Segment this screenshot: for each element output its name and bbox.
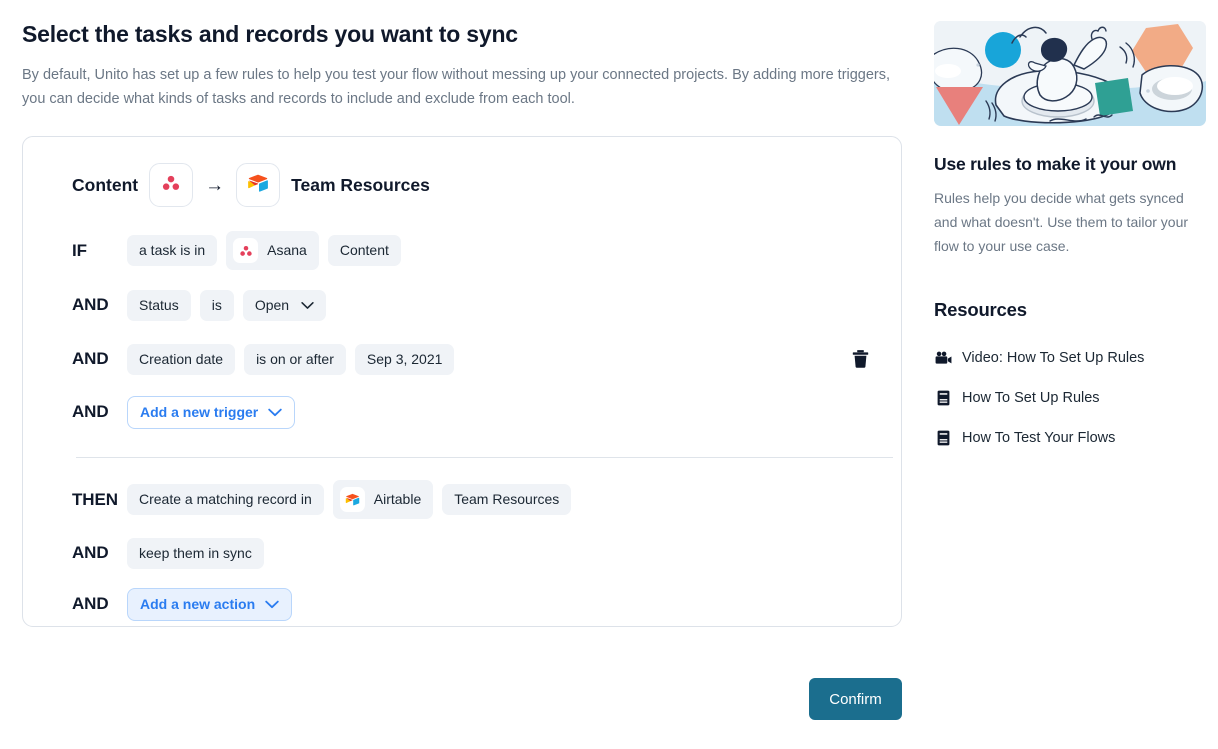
book-icon [934, 430, 952, 446]
delete-trigger-button[interactable] [852, 350, 869, 369]
action-row: AND keep them in sync [72, 536, 901, 570]
resource-label: How To Test Your Flows [962, 430, 1116, 446]
resource-label: Video: How To Set Up Rules [962, 350, 1145, 366]
resource-link-setup-rules[interactable]: How To Set Up Rules [934, 378, 1206, 418]
airtable-icon [339, 487, 365, 512]
source-container-name: Content [72, 174, 139, 195]
add-new-action-label: Add a new action [140, 595, 256, 612]
target-tool-badge [236, 163, 281, 207]
trigger-pill-condition[interactable]: a task is in [127, 235, 218, 266]
chevron-down-icon [301, 301, 314, 310]
asana-icon [233, 238, 259, 263]
actions-section: THEN Create a matching record in Airtabl… [23, 458, 901, 621]
resources-heading: Resources [934, 299, 1027, 320]
add-new-action-button[interactable]: Add a new action [127, 587, 293, 621]
action-pill-operation[interactable]: Create a matching record in [127, 484, 324, 515]
direction-arrow-icon: → [205, 174, 225, 196]
trigger-date-pill[interactable]: Sep 3, 2021 [354, 343, 455, 375]
trigger-operator-pill[interactable]: is on or after [244, 343, 346, 375]
target-container-name: Team Resources [291, 174, 430, 195]
row-keyword: AND [72, 295, 109, 314]
trigger-value-label: Open [254, 296, 290, 313]
trigger-row: AND Creation date is on or after Sep 3, … [72, 342, 901, 376]
book-icon [934, 390, 952, 406]
row-keyword: AND [72, 543, 109, 562]
resource-link-video[interactable]: Video: How To Set Up Rules [934, 338, 1206, 378]
rule-card: Content → Team Resources IF a task is in… [22, 136, 902, 627]
add-action-row: AND Add a new action [72, 587, 901, 621]
trigger-field-pill[interactable]: Status [127, 289, 191, 321]
triggers-section: IF a task is in Asana Content AND Status… [23, 231, 901, 429]
sidebar-illustration [934, 21, 1206, 126]
trigger-pill-tool[interactable]: Asana [226, 231, 319, 270]
rules-setup-page: Select the tasks and records you want to… [0, 0, 1218, 749]
video-camera-icon [934, 351, 952, 365]
sidebar-paragraph: Rules help you decide what gets synced a… [934, 190, 1189, 254]
trigger-row: AND Status is Open [72, 288, 901, 322]
trigger-pill-container[interactable]: Content [327, 235, 401, 266]
chevron-down-icon [265, 596, 279, 613]
page-subtitle: By default, Unito has set up a few rules… [22, 66, 891, 107]
resource-label: How To Set Up Rules [962, 390, 1100, 406]
action-row: THEN Create a matching record in Airtabl… [72, 480, 901, 519]
trash-icon [852, 350, 869, 372]
add-new-trigger-label: Add a new trigger [140, 403, 259, 420]
row-keyword: AND [72, 349, 109, 368]
asana-icon [161, 173, 181, 198]
action-pill-container[interactable]: Team Resources [442, 484, 572, 515]
resource-link-test-flows[interactable]: How To Test Your Flows [934, 418, 1206, 458]
trigger-value-dropdown[interactable]: Open [242, 289, 327, 321]
row-keyword: THEN [72, 489, 118, 509]
action-pill-sync[interactable]: keep them in sync [127, 537, 264, 569]
add-trigger-row: AND Add a new trigger [72, 395, 901, 429]
confirm-button[interactable]: Confirm [809, 678, 902, 720]
page-header: Select the tasks and records you want to… [22, 0, 906, 111]
sidebar-heading: Use rules to make it your own [934, 154, 1177, 174]
trigger-row: IF a task is in Asana Content [72, 231, 901, 270]
sidebar: Use rules to make it your own Rules help… [934, 21, 1206, 458]
source-tool-badge [149, 163, 194, 207]
trigger-operator-pill[interactable]: is [199, 289, 234, 321]
trigger-pill-tool-label: Asana [267, 242, 307, 258]
rule-card-header: Content → Team Resources [23, 137, 901, 207]
airtable-icon [247, 172, 269, 199]
add-new-trigger-button[interactable]: Add a new trigger [127, 395, 296, 429]
row-keyword: AND [72, 402, 109, 421]
chevron-down-icon [268, 404, 282, 421]
page-title: Select the tasks and records you want to… [22, 21, 518, 47]
action-pill-tool-label: Airtable [373, 491, 422, 507]
row-keyword: IF [72, 240, 87, 260]
row-keyword: AND [72, 594, 109, 613]
resources-list: Video: How To Set Up Rules How To Set Up… [934, 338, 1206, 458]
action-pill-tool[interactable]: Airtable [332, 480, 434, 519]
trigger-field-pill[interactable]: Creation date [127, 343, 236, 375]
